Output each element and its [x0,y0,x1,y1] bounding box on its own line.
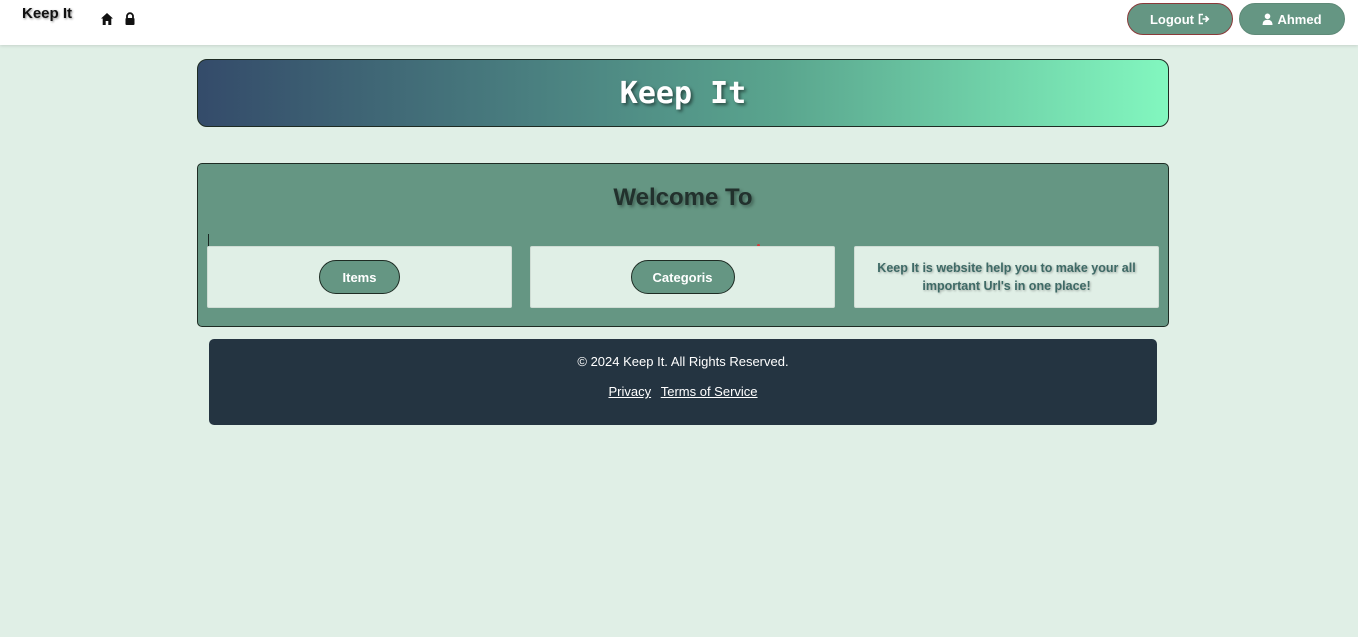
user-icon [1262,13,1273,25]
privacy-link[interactable]: Privacy [608,384,651,399]
logout-label: Logout [1149,11,1195,27]
items-card: Items [207,246,512,308]
terms-of-service-link[interactable]: Terms of Service [661,384,758,399]
text-cursor [208,234,209,246]
home-icon[interactable] [100,12,114,26]
hero-title: Keep It [619,75,747,111]
lock-icon[interactable] [123,12,137,26]
categories-button[interactable]: Categoris [630,260,735,294]
user-profile-button[interactable]: Ahmed [1239,3,1345,35]
items-button[interactable]: Items [319,260,400,294]
copyright-text: © 2024 Keep It. All Rights Reserved. [577,354,789,369]
description-text: Keep It is website help you to make your… [877,261,1136,293]
welcome-title: Welcome To [613,184,753,211]
sign-out-icon [1198,13,1210,25]
categories-card: Categoris [530,246,835,308]
top-navbar: Keep It Logout Ahmed [0,0,1358,45]
footer: © 2024 Keep It. All Rights Reserved. Pri… [209,339,1157,425]
user-name-label: Ahmed [1277,11,1322,27]
brand-logo[interactable]: Keep It [22,5,72,22]
footer-links: Privacy Terms of Service [209,384,1157,399]
logout-button[interactable]: Logout [1127,3,1233,35]
welcome-panel: Welcome To Items Categoris Keep It is we… [197,163,1169,327]
description-card: Keep It is website help you to make your… [854,246,1159,308]
hero-banner: Keep It [197,59,1169,127]
